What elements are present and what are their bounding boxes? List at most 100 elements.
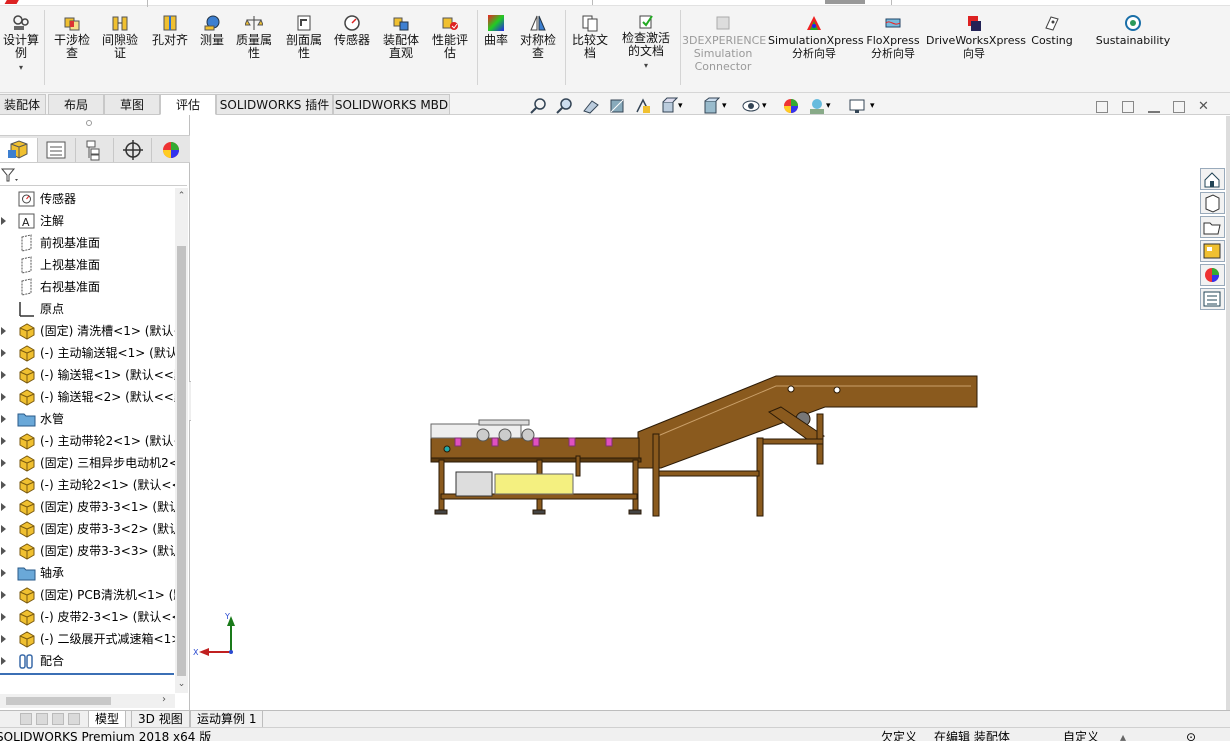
scrollbar-thumb[interactable] [6,697,111,705]
tree-item[interactable]: (固定) PCB清洗机<1> (默 [0,584,175,606]
tree-item[interactable]: (-) 二级展开式减速箱<1> [0,628,175,650]
display-style-icon[interactable] [702,97,721,115]
tree-item[interactable]: (固定) 皮带3-3<3> (默认 [0,540,175,562]
tree-filter[interactable] [0,164,187,186]
tree-item[interactable]: 上视基准面 [0,254,175,276]
tree-item[interactable]: (-) 主动带轮2<1> (默认< [0,430,175,452]
costing-button[interactable]: Costing [1026,14,1078,47]
expand-arrow-icon[interactable] [1,525,6,533]
tab-layout[interactable]: 布局 [48,94,104,115]
tab-model[interactable]: 模型 [88,711,127,728]
sensor-button[interactable]: 传感器 [330,14,374,47]
chevron-down-icon[interactable]: ▾ [762,97,780,115]
chevron-down-icon[interactable]: ▾ [0,64,42,72]
home-icon[interactable] [1200,168,1225,190]
tab-solidworks-addins[interactable]: SOLIDWORKS 插件 [216,94,333,115]
dynamic-annotation-icon[interactable] [634,97,652,115]
expand-arrow-icon[interactable] [1,657,6,665]
expand-arrow-icon[interactable] [1,591,6,599]
driveworksxpress-button[interactable]: DriveWorksXpress 向导 [926,14,1026,60]
symmetry-check-button[interactable]: 对称检查 [516,14,560,60]
previous-tab-arrow-icon[interactable] [36,713,48,725]
3dexperience-connector-button[interactable]: 3DEXPERIENCE Simulation Connector [682,14,766,73]
tree-item[interactable]: (固定) 皮带3-3<2> (默认 [0,518,175,540]
chevron-up-icon[interactable]: ▴ [1120,728,1126,741]
scroll-down-arrow-icon[interactable]: ⌄ [177,680,186,689]
view-orientation-icon[interactable] [660,97,679,115]
rollback-bar[interactable] [0,673,174,675]
tree-horizontal-scrollbar[interactable]: › [0,694,175,708]
expand-arrow-icon[interactable] [1,613,6,621]
expand-arrow-icon[interactable] [1,547,6,555]
tree-item[interactable]: (-) 皮带2-3<1> (默认<< [0,606,175,628]
expand-arrow-icon[interactable] [1,327,6,335]
expand-arrow-icon[interactable] [1,635,6,643]
window-restore-icon[interactable] [1173,101,1185,113]
scroll-right-arrow-icon[interactable]: › [162,694,166,705]
chevron-down-icon[interactable]: ▾ [722,97,740,115]
edit-appearance-icon[interactable] [782,97,800,115]
tree-item[interactable]: (固定) 清洗槽<1> (默认< [0,320,175,342]
window-close-icon[interactable]: ✕ [1198,100,1210,113]
tab-motion-study-1[interactable]: 运动算例 1 [190,711,264,728]
chevron-down-icon[interactable]: ▾ [870,97,888,115]
expand-arrow-icon[interactable] [1,459,6,467]
help-icon[interactable]: ⊙ [1186,728,1196,741]
expand-arrow-icon[interactable] [1,371,6,379]
section-view-icon[interactable] [608,97,626,115]
appearances-icon[interactable] [1200,264,1225,286]
configuration-manager-tab[interactable] [76,138,114,162]
tree-item[interactable]: (-) 输送辊<1> (默认<<默 [0,364,175,386]
tree-item[interactable]: 轴承 [0,562,175,584]
graphics-area[interactable]: Y X [191,116,1201,710]
floxpress-button[interactable]: FloXpress 分析向导 [862,14,924,60]
tree-item[interactable]: 前视基准面 [0,232,175,254]
hide-show-items-icon[interactable] [742,97,760,115]
tree-vertical-scrollbar[interactable]: ⌃ ⌄ [175,188,188,693]
last-tab-arrow-icon[interactable] [68,713,80,725]
design-study-button[interactable]: 设计算例 ▾ [0,14,42,72]
window-tile-left-icon[interactable] [1096,101,1108,113]
file-explorer-icon[interactable] [1200,216,1225,238]
tree-item[interactable]: 原点 [0,298,175,320]
simulationxpress-button[interactable]: SimulationXpress 分析向导 [768,14,864,60]
view-palette-icon[interactable] [1200,240,1225,262]
tab-sketch[interactable]: 草图 [104,94,160,115]
clearance-verification-button[interactable]: 间隙验证 [98,14,142,60]
tab-assembly[interactable]: 装配体 [0,94,46,115]
property-manager-tab[interactable] [38,138,76,162]
curvature-button[interactable]: 曲率 [480,14,512,47]
expand-arrow-icon[interactable] [1,437,6,445]
expand-arrow-icon[interactable] [1,481,6,489]
zoom-to-area-icon[interactable] [556,97,574,115]
section-properties-button[interactable]: 剖面属性 [282,14,326,60]
zoom-to-fit-icon[interactable] [530,97,548,115]
tree-item[interactable]: 水管 [0,408,175,430]
scroll-up-arrow-icon[interactable]: ⌃ [177,192,186,201]
expand-arrow-icon[interactable] [1,217,6,225]
hole-alignment-button[interactable]: 孔对齐 [148,14,192,47]
tree-item[interactable]: A 注解 [0,210,175,232]
tree-item[interactable]: (固定) 三相异步电动机2< [0,452,175,474]
apply-scene-icon[interactable] [808,97,826,115]
chevron-down-icon[interactable]: ▾ [826,97,844,115]
custom-properties-icon[interactable] [1200,288,1225,310]
chevron-down-icon[interactable]: ▾ [678,97,696,115]
window-tile-right-icon[interactable] [1122,101,1134,113]
view-settings-icon[interactable] [848,97,866,115]
design-library-icon[interactable] [1200,192,1225,214]
sustainability-button[interactable]: Sustainability [1090,14,1176,47]
previous-view-icon[interactable] [582,97,600,115]
measure-button[interactable]: 测量 [194,14,230,47]
scrollbar-thumb[interactable] [177,246,186,676]
tree-item[interactable]: (固定) 皮带3-3<1> (默认 [0,496,175,518]
tree-item[interactable]: 右视基准面 [0,276,175,298]
tree-item[interactable]: (-) 主动轮2<1> (默认<< [0,474,175,496]
expand-arrow-icon[interactable] [1,393,6,401]
display-manager-tab[interactable] [152,138,190,162]
tab-3d-view[interactable]: 3D 视图 [131,711,190,728]
tree-item[interactable]: 配合 [0,650,175,672]
feature-tree-tab[interactable] [0,138,38,162]
dimxpert-manager-tab[interactable] [114,138,152,162]
status-units[interactable]: 自定义 [1063,728,1099,741]
